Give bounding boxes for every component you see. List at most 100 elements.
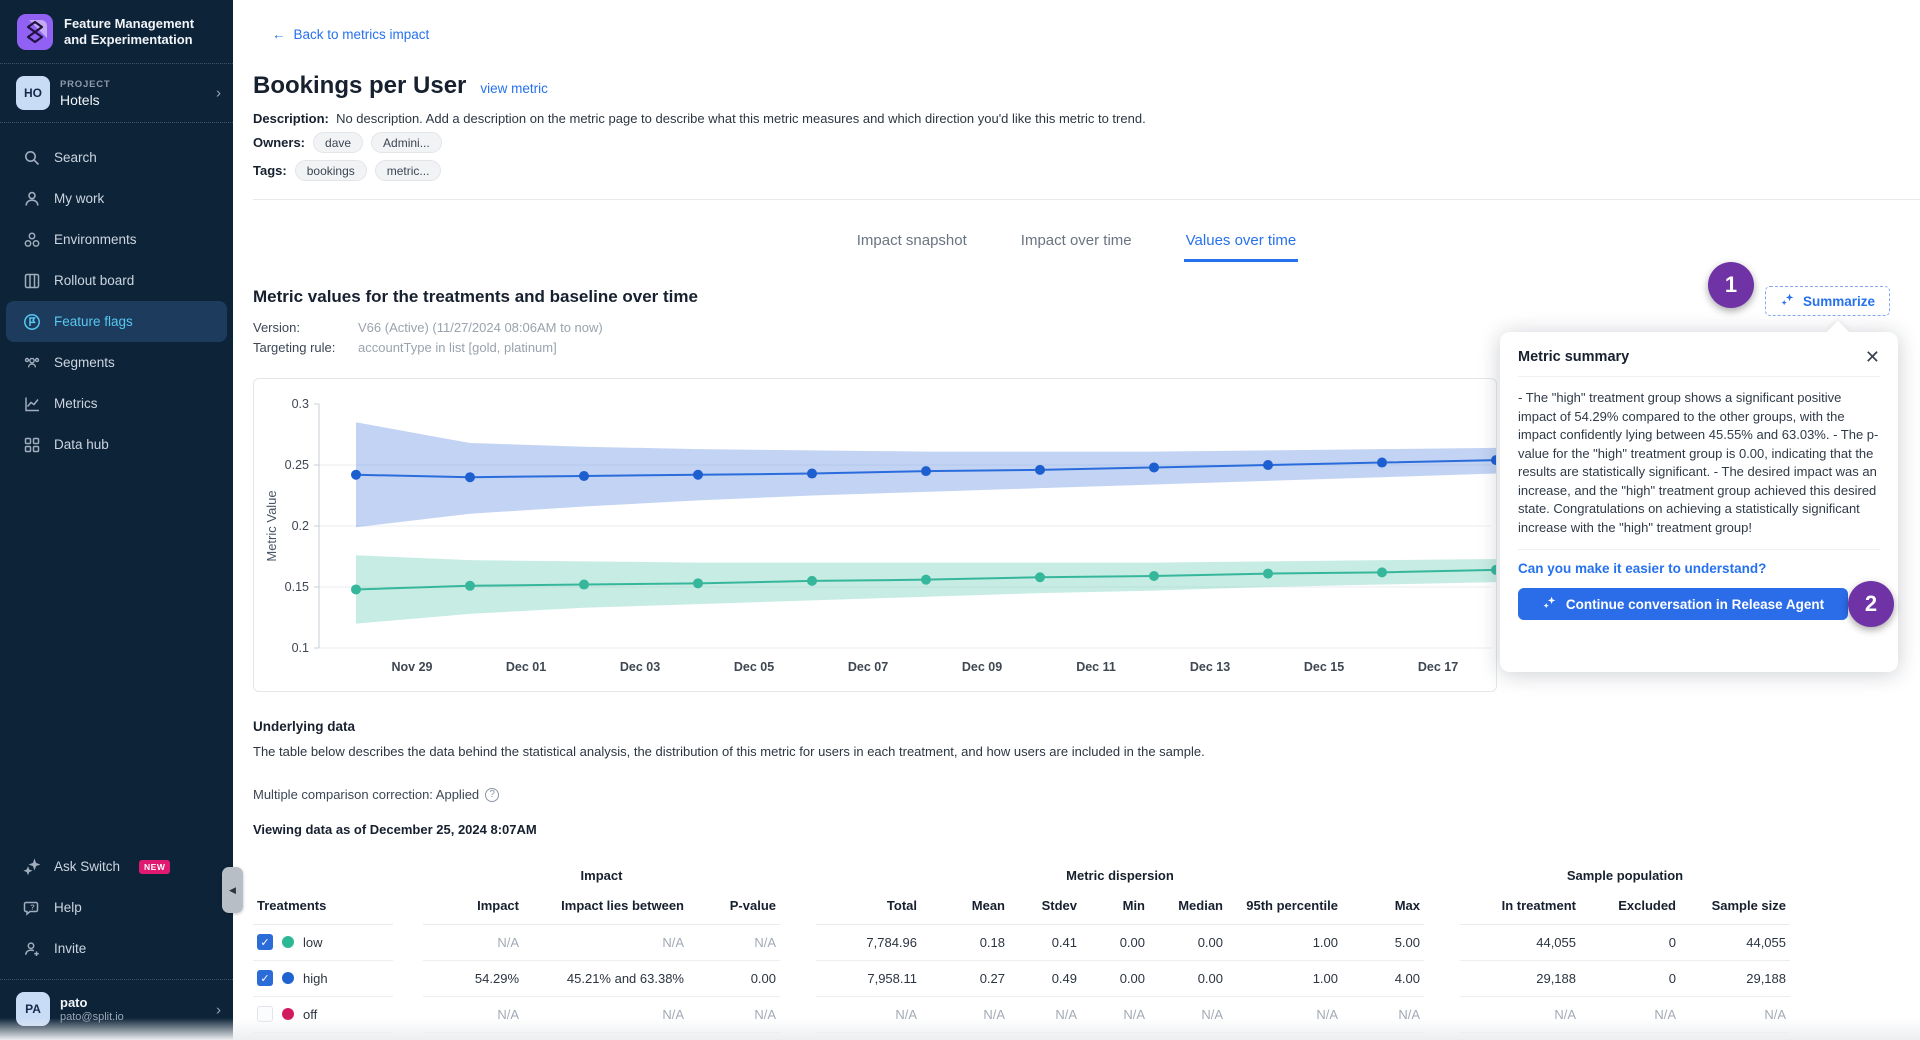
summarize-button[interactable]: Summarize bbox=[1765, 286, 1890, 316]
tab-values-over-time[interactable]: Values over time bbox=[1184, 224, 1299, 262]
data-point-high bbox=[807, 469, 817, 479]
project-selector[interactable]: HO PROJECT Hotels › bbox=[0, 64, 233, 122]
sidebar-item-metrics[interactable]: Metrics bbox=[6, 383, 227, 424]
sidebar-item-ask-switch[interactable]: Ask Switch NEW bbox=[6, 846, 227, 887]
data-point-low bbox=[465, 581, 475, 591]
svg-text:0.25: 0.25 bbox=[285, 458, 309, 472]
svg-text:Dec 13: Dec 13 bbox=[1190, 660, 1230, 674]
sidebar-item-label: Search bbox=[54, 150, 97, 165]
sidebar-item-label: Segments bbox=[54, 355, 115, 370]
svg-text:0.2: 0.2 bbox=[292, 519, 309, 533]
svg-text:Dec 09: Dec 09 bbox=[962, 660, 1002, 674]
help-chat-icon: ? bbox=[22, 898, 41, 917]
treatment-checkbox[interactable]: ✓ bbox=[257, 934, 273, 950]
flag-icon bbox=[22, 312, 41, 331]
sparkle-icon bbox=[1542, 595, 1557, 613]
table-column-header: Treatments bbox=[253, 888, 393, 924]
table-column-header: Impact bbox=[423, 888, 523, 924]
table-column-header: Median bbox=[1149, 888, 1227, 924]
product-name: Feature Management and Experimentation bbox=[64, 16, 194, 48]
data-point-high bbox=[579, 471, 589, 481]
table-cell: 0.00 bbox=[688, 960, 780, 996]
sidebar-item-data-hub[interactable]: Data hub bbox=[6, 424, 227, 465]
underlying-data-description: The table below describes the data behin… bbox=[253, 744, 1205, 759]
user-profile[interactable]: PA pato pato@split.io › bbox=[0, 980, 233, 1040]
treatment-checkbox[interactable]: ✓ bbox=[257, 970, 273, 986]
data-point-low bbox=[579, 580, 589, 590]
sidebar-item-label: Help bbox=[54, 900, 82, 915]
popup-question-link[interactable]: Can you make it easier to understand? bbox=[1518, 561, 1880, 576]
treatment-name: high bbox=[303, 971, 328, 986]
close-icon[interactable]: ✕ bbox=[1865, 348, 1880, 366]
sidebar-item-feature-flags[interactable]: Feature flags bbox=[6, 301, 227, 342]
arrow-left-icon: ← bbox=[272, 27, 286, 42]
user-name: pato bbox=[60, 995, 124, 1010]
section-title: Metric values for the treatments and bas… bbox=[253, 287, 698, 307]
chevron-right-icon: › bbox=[216, 1002, 221, 1019]
description-row: Description: No description. Add a descr… bbox=[253, 111, 1146, 126]
data-point-high bbox=[1263, 460, 1273, 470]
data-point-low bbox=[807, 576, 817, 586]
grid-icon bbox=[22, 435, 41, 454]
sidebar-item-search[interactable]: Search bbox=[6, 137, 227, 178]
sidebar-collapse-handle[interactable]: ◀ bbox=[222, 867, 243, 913]
sidebar-item-label: Invite bbox=[54, 941, 86, 956]
data-point-low bbox=[1263, 569, 1273, 579]
table-cell: N/A bbox=[423, 924, 523, 960]
table-column-header: Excluded bbox=[1580, 888, 1680, 924]
back-link[interactable]: ← Back to metrics impact bbox=[272, 27, 429, 42]
annotation-step-2: 2 bbox=[1848, 581, 1894, 627]
tab-impact-snapshot[interactable]: Impact snapshot bbox=[855, 224, 969, 262]
annotation-step-1: 1 bbox=[1708, 262, 1754, 308]
table-cell: N/A bbox=[1149, 996, 1227, 1032]
data-point-low bbox=[351, 584, 361, 594]
data-point-high bbox=[351, 470, 361, 480]
table-column-header: P-value bbox=[688, 888, 780, 924]
split-logo-icon bbox=[16, 13, 54, 51]
svg-text:Dec 03: Dec 03 bbox=[620, 660, 660, 674]
owner-chip: dave bbox=[313, 132, 363, 153]
table-cell: N/A bbox=[1227, 996, 1342, 1032]
treatment-checkbox[interactable] bbox=[257, 1006, 273, 1022]
data-point-low bbox=[693, 578, 703, 588]
metric-summary-popup: Metric summary ✕ - The "high" treatment … bbox=[1500, 332, 1898, 672]
treatment-name: low bbox=[303, 935, 323, 950]
sparkle-icon bbox=[22, 857, 41, 876]
sidebar-item-my-work[interactable]: My work bbox=[6, 178, 227, 219]
sidebar-item-segments[interactable]: Segments bbox=[6, 342, 227, 383]
sidebar-item-help[interactable]: ? Help bbox=[6, 887, 227, 928]
sidebar-item-label: Data hub bbox=[54, 437, 109, 452]
underlying-data-title: Underlying data bbox=[253, 719, 355, 734]
sidebar-item-label: Ask Switch bbox=[54, 859, 120, 874]
table-cell: N/A bbox=[688, 996, 780, 1032]
svg-text:?: ? bbox=[30, 902, 35, 911]
sidebar-item-environments[interactable]: Environments bbox=[6, 219, 227, 260]
table-cell: 1.00 bbox=[1227, 960, 1342, 996]
continue-conversation-button[interactable]: Continue conversation in Release Agent bbox=[1518, 588, 1848, 620]
table-cell: 44,055 bbox=[1460, 924, 1580, 960]
board-icon bbox=[22, 271, 41, 290]
table-cell: N/A bbox=[523, 996, 688, 1032]
view-metric-link[interactable]: view metric bbox=[480, 81, 548, 96]
sidebar-item-rollout-board[interactable]: Rollout board bbox=[6, 260, 227, 301]
avatar: PA bbox=[16, 992, 50, 1026]
table-cell: 0.00 bbox=[1149, 960, 1227, 996]
table-cell: 7,958.11 bbox=[816, 960, 921, 996]
svg-text:Dec 01: Dec 01 bbox=[506, 660, 546, 674]
project-name: Hotels bbox=[60, 92, 110, 108]
svg-text:Dec 17: Dec 17 bbox=[1418, 660, 1458, 674]
data-point-high bbox=[1377, 458, 1387, 468]
sidebar-item-invite[interactable]: Invite bbox=[6, 928, 227, 969]
table-column-header: Total bbox=[816, 888, 921, 924]
new-badge: NEW bbox=[139, 860, 170, 874]
sparkle-icon bbox=[1780, 292, 1795, 310]
table-cell: 0.00 bbox=[1081, 924, 1149, 960]
table-row-off: offN/AN/AN/AN/AN/AN/AN/AN/AN/AN/AN/AN/AN… bbox=[253, 996, 1790, 1032]
sidebar-item-label: Rollout board bbox=[54, 273, 134, 288]
table-cell: 54.29% bbox=[423, 960, 523, 996]
svg-text:Nov 29: Nov 29 bbox=[392, 660, 433, 674]
tab-impact-over-time[interactable]: Impact over time bbox=[1019, 224, 1134, 262]
table-cell: 5.00 bbox=[1342, 924, 1424, 960]
table-cell: 0.27 bbox=[921, 960, 1009, 996]
info-icon[interactable]: ? bbox=[485, 788, 499, 802]
